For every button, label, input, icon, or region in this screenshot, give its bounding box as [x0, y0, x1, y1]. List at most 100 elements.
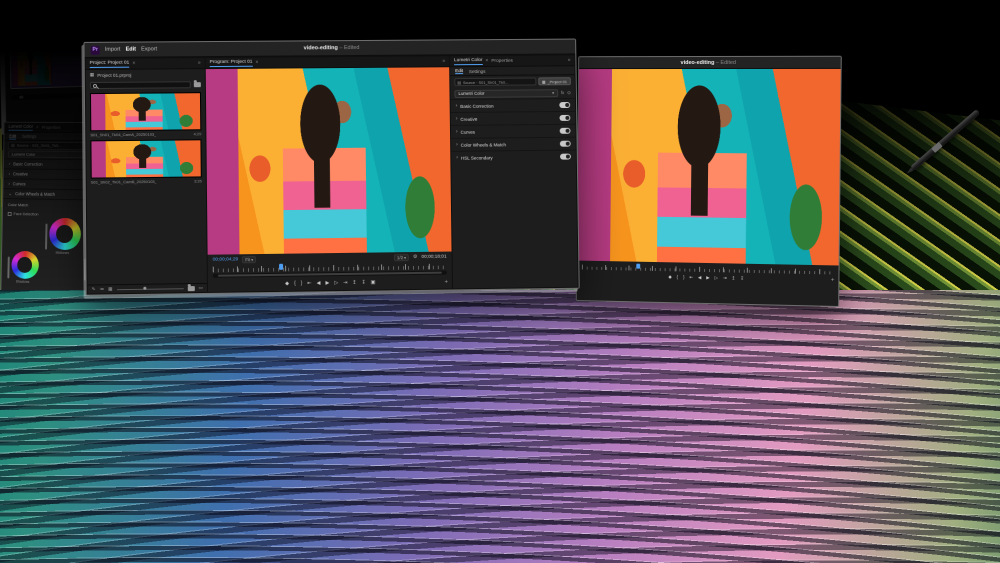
search-icon [93, 83, 97, 87]
chevron-down-icon: ▾ [552, 90, 554, 95]
program-monitor [206, 67, 452, 254]
eye-icon[interactable]: ⊙ [567, 90, 571, 96]
section-creative[interactable]: › Creative [451, 111, 576, 125]
resolution-label: 1/2 [397, 255, 403, 260]
extract-button[interactable]: ↧ [361, 281, 367, 286]
panel-menu-icon[interactable]: » [568, 57, 571, 63]
resolution-dropdown[interactable]: 1/2 ▾ [394, 254, 409, 261]
mark-in-button[interactable]: { [293, 282, 297, 287]
go-to-out-button[interactable]: ⇥ [342, 281, 348, 286]
settings-wrench-icon[interactable]: ⚙ [413, 254, 418, 260]
pencil-icon[interactable]: ✎ [92, 286, 96, 292]
go-to-in-button[interactable]: ⇤ [688, 275, 694, 280]
tab-lumetri-color[interactable]: Lumetri Color [454, 58, 483, 65]
preset-label: Lumetri Color [458, 91, 484, 96]
toggle-switch[interactable] [560, 141, 571, 147]
add-marker-button[interactable]: ◆ [284, 282, 290, 287]
project-panel: Project: Project 01 × » ▦ Project 01.prp… [86, 58, 207, 294]
section-hsl-secondary[interactable]: › HSL Secondary [451, 150, 576, 164]
tab-properties[interactable]: Properties [491, 58, 513, 63]
step-back-button[interactable]: ◀ [316, 281, 322, 286]
main-body: Project: Project 01 × » ▦ Project 01.prp… [85, 54, 579, 294]
subtab-settings[interactable]: Settings [469, 68, 485, 73]
program-video-frame [206, 67, 452, 254]
source-clip-field[interactable]: ▤ Source · S01_Sh01_Tk0... [454, 77, 536, 86]
sequence-icon: ▦ [542, 79, 546, 84]
sequence-chip[interactable]: ▦ _Project 01 [538, 77, 571, 85]
close-icon[interactable]: × [255, 60, 258, 66]
mark-out-button[interactable]: } [300, 282, 304, 287]
go-to-in-button[interactable]: ⇤ [306, 281, 312, 286]
project-clip-card[interactable]: S01_Sh01_Tk04_CamA_20250103_ 4;29 [90, 92, 201, 138]
section-label: Creative [460, 116, 556, 122]
extract-button[interactable]: ↧ [739, 276, 745, 281]
menu-edit[interactable]: Edit [126, 47, 137, 53]
add-button[interactable]: + [831, 277, 835, 283]
chevron-right-icon: › [456, 129, 458, 135]
chevron-right-icon: › [456, 142, 458, 148]
current-timecode[interactable]: 00;00;04;29 [213, 257, 239, 262]
list-view-icon[interactable]: ≔ [100, 286, 105, 292]
new-bin-icon[interactable] [194, 82, 201, 87]
section-label: HSL Secondary [461, 154, 557, 160]
step-back-button[interactable]: ◀ [697, 276, 702, 281]
panel-menu-icon[interactable]: » [198, 60, 201, 66]
step-forward-button[interactable]: ▷ [714, 276, 719, 281]
lift-button[interactable]: ↥ [731, 276, 737, 281]
clip-thumbnail[interactable] [90, 139, 201, 178]
close-icon[interactable]: × [485, 58, 488, 64]
mark-in-button[interactable]: { [676, 275, 679, 279]
subtab-edit[interactable]: Edit [455, 68, 463, 74]
clip-caption: S01_Sh02_Tk01_CamB_20250103_ 3;35 [91, 177, 202, 185]
fit-dropdown[interactable]: Fit ▾ [242, 256, 256, 263]
new-bin-icon[interactable] [187, 286, 194, 291]
clip-duration: 3;35 [194, 178, 202, 183]
clip-thumbnail[interactable] [90, 92, 201, 131]
clip-caption: S01_Sh01_Tk04_CamA_20250103_ 4;29 [90, 130, 201, 138]
toggle-switch[interactable] [560, 154, 571, 160]
toggle-switch[interactable] [560, 128, 571, 134]
playhead[interactable] [636, 264, 640, 269]
menu-export[interactable]: Export [141, 46, 157, 52]
add-marker-button[interactable]: ◆ [667, 275, 672, 279]
step-forward-button[interactable]: ▷ [333, 281, 339, 286]
play-button[interactable]: ▶ [705, 276, 710, 281]
add-button[interactable]: + [444, 279, 448, 285]
clip-name: S01_Sh02_Tk01_CamB_20250103_ [91, 179, 157, 185]
playhead[interactable] [279, 264, 283, 270]
window-title: video-editing – Edited [579, 59, 841, 65]
grid-view-icon[interactable]: ▦ [108, 286, 112, 292]
preset-dropdown[interactable]: Lumetri Color ▾ [454, 89, 558, 98]
film-icon: ▤ [457, 80, 461, 85]
fx-icon[interactable]: fx [561, 90, 564, 95]
project-clip-card[interactable]: S01_Sh02_Tk01_CamB_20250103_ 3;35 [90, 139, 201, 185]
go-to-out-button[interactable]: ⇥ [722, 276, 728, 281]
grid-icon: ▦ [90, 72, 94, 78]
lift-button[interactable]: ↥ [351, 281, 357, 286]
window-title-status: – Edited [716, 59, 736, 65]
mark-out-button[interactable]: } [682, 275, 685, 279]
search-row [86, 79, 205, 91]
play-button[interactable]: ▶ [324, 281, 330, 286]
section-label: Basic Correction [460, 103, 556, 109]
export-frame-button[interactable]: ▣ [370, 281, 377, 286]
tab-project[interactable]: Project: Project 01 [90, 60, 130, 67]
section-basic-correction[interactable]: › Basic Correction [451, 98, 576, 112]
project-panel-toolbar: ✎ ≔ ▦ ▭ [88, 283, 207, 294]
zoom-slider[interactable] [117, 288, 184, 290]
menu-import[interactable]: Import [105, 47, 121, 53]
lumetri-color-panel: Lumetri Color × Properties » Edit Settin… [450, 55, 578, 288]
section-label: Curves [461, 128, 557, 134]
trash-icon[interactable]: ▭ [199, 285, 203, 291]
search-input[interactable] [90, 81, 191, 89]
panel-menu-icon[interactable]: » [442, 58, 445, 64]
section-color-wheels-match[interactable]: › Color Wheels & Match [451, 137, 576, 151]
toggle-switch[interactable] [559, 102, 570, 108]
toggle-switch[interactable] [559, 115, 570, 121]
window-title-status: – Edited [339, 45, 359, 51]
chevron-right-icon: › [456, 116, 458, 122]
tab-program[interactable]: Program: Project 01 [210, 59, 253, 66]
section-curves[interactable]: › Curves [451, 124, 576, 138]
close-icon[interactable]: × [132, 61, 135, 67]
breadcrumb-text: Project 01.prproj [97, 72, 131, 77]
